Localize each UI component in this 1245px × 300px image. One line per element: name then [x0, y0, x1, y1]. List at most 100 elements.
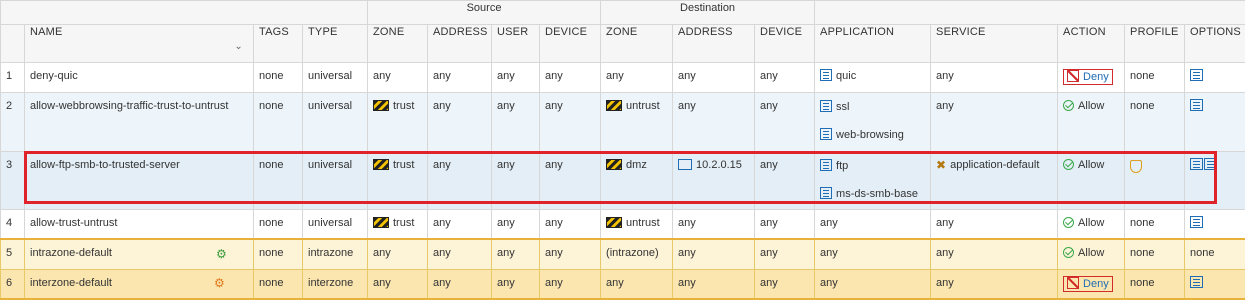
sort-chevron-down-icon[interactable]: ⌄ — [234, 40, 243, 54]
rule-name-link[interactable]: allow-trust-untrust — [25, 210, 254, 240]
destination-zone[interactable]: any — [601, 63, 673, 93]
rule-tags[interactable]: none — [254, 152, 303, 210]
destination-address[interactable]: 10.2.0.15 — [673, 152, 755, 210]
col-header-options[interactable]: OPTIONS — [1185, 25, 1245, 63]
rule-name-link[interactable]: intrazone-default — [30, 247, 112, 259]
destination-device[interactable]: any — [755, 210, 815, 240]
source-zone[interactable]: any — [368, 270, 428, 300]
application-link[interactable]: ms-ds-smb-base — [836, 188, 918, 200]
col-header-source-zone[interactable]: ZONE — [368, 25, 428, 63]
destination-address[interactable]: any — [673, 239, 755, 270]
log-forwarding-icon[interactable] — [1190, 158, 1203, 170]
source-address[interactable]: any — [428, 63, 492, 93]
rule-tags[interactable]: none — [254, 63, 303, 93]
table-row[interactable]: 6 interzone-default⚙ none interzone any … — [1, 270, 1245, 300]
service[interactable]: ✖application-default — [931, 152, 1058, 210]
col-header-type[interactable]: TYPE — [303, 25, 368, 63]
source-device[interactable]: any — [540, 239, 601, 270]
rule-name-cell[interactable]: intrazone-default ⚙ — [25, 239, 254, 270]
rule-tags[interactable]: none — [254, 270, 303, 300]
application-cell[interactable]: any — [815, 210, 931, 240]
application-link[interactable]: quic — [836, 70, 856, 82]
col-header-profile[interactable]: PROFILE — [1125, 25, 1185, 63]
application-cell[interactable]: any — [815, 239, 931, 270]
deny-badge[interactable]: Deny — [1063, 69, 1113, 85]
destination-address[interactable]: any — [673, 93, 755, 152]
options-cell[interactable] — [1185, 152, 1245, 210]
options-cell[interactable] — [1185, 93, 1245, 152]
source-address[interactable]: any — [428, 152, 492, 210]
source-address[interactable]: any — [428, 239, 492, 270]
destination-zone[interactable]: dmz — [601, 152, 673, 210]
rule-name-cell[interactable]: interzone-default ⚙ — [25, 270, 254, 300]
destination-address[interactable]: any — [673, 63, 755, 93]
source-zone[interactable]: trust — [368, 152, 428, 210]
table-row[interactable]: 5 intrazone-default⚙ none intrazone any … — [1, 239, 1245, 270]
rule-tags[interactable]: none — [254, 93, 303, 152]
col-header-action[interactable]: ACTION — [1058, 25, 1125, 63]
source-user[interactable]: any — [492, 210, 540, 240]
rule-name-link[interactable]: deny-quic — [25, 63, 254, 93]
destination-device[interactable]: any — [755, 93, 815, 152]
service[interactable]: any — [931, 210, 1058, 240]
service[interactable]: any — [931, 239, 1058, 270]
profile[interactable]: none — [1125, 63, 1185, 93]
col-header-destination-zone[interactable]: ZONE — [601, 25, 673, 63]
profile[interactable]: none — [1125, 210, 1185, 240]
source-zone[interactable]: any — [368, 239, 428, 270]
application-cell[interactable]: any — [815, 270, 931, 300]
service[interactable]: any — [931, 270, 1058, 300]
rule-name-link[interactable]: interzone-default — [30, 277, 112, 289]
options-cell[interactable] — [1185, 210, 1245, 240]
col-header-source-address[interactable]: ADDRESS — [428, 25, 492, 63]
application-cell[interactable]: ftp ms-ds-smb-base — [815, 152, 931, 210]
action-cell[interactable]: Allow — [1058, 152, 1125, 210]
override-gear-icon[interactable]: ⚙ — [214, 276, 225, 290]
destination-zone[interactable]: untrust — [601, 93, 673, 152]
log-forwarding-icon[interactable] — [1190, 276, 1203, 288]
application-cell[interactable]: ssl web-browsing — [815, 93, 931, 152]
table-row[interactable]: 2 allow-webbrowsing-traffic-trust-to-unt… — [1, 93, 1245, 152]
source-user[interactable]: any — [492, 152, 540, 210]
col-header-source-device[interactable]: DEVICE — [540, 25, 601, 63]
destination-zone[interactable]: untrust — [601, 210, 673, 240]
source-zone[interactable]: any — [368, 63, 428, 93]
source-device[interactable]: any — [540, 270, 601, 300]
schedule-icon[interactable] — [1204, 158, 1217, 170]
destination-address[interactable]: any — [673, 270, 755, 300]
destination-device[interactable]: any — [755, 239, 815, 270]
profile[interactable] — [1125, 152, 1185, 210]
action-cell[interactable]: Allow — [1058, 239, 1125, 270]
profile[interactable]: none — [1125, 93, 1185, 152]
destination-address[interactable]: any — [673, 210, 755, 240]
application-cell[interactable]: quic — [815, 63, 931, 93]
source-zone[interactable]: trust — [368, 210, 428, 240]
source-address[interactable]: any — [428, 270, 492, 300]
profile[interactable]: none — [1125, 239, 1185, 270]
rule-tags[interactable]: none — [254, 210, 303, 240]
destination-device[interactable]: any — [755, 63, 815, 93]
action-cell[interactable]: Deny — [1058, 63, 1125, 93]
action-cell[interactable]: Allow — [1058, 93, 1125, 152]
col-header-destination-device[interactable]: DEVICE — [755, 25, 815, 63]
source-device[interactable]: any — [540, 210, 601, 240]
override-gear-icon[interactable]: ⚙ — [216, 247, 227, 261]
destination-device[interactable]: any — [755, 270, 815, 300]
source-address[interactable]: any — [428, 93, 492, 152]
options-cell[interactable] — [1185, 270, 1245, 300]
log-forwarding-icon[interactable] — [1190, 216, 1203, 228]
col-header-service[interactable]: SERVICE — [931, 25, 1058, 63]
log-forwarding-icon[interactable] — [1190, 69, 1203, 81]
col-header-tags[interactable]: TAGS — [254, 25, 303, 63]
service[interactable]: any — [931, 63, 1058, 93]
deny-badge[interactable]: Deny — [1063, 276, 1113, 292]
destination-device[interactable]: any — [755, 152, 815, 210]
source-user[interactable]: any — [492, 63, 540, 93]
profile[interactable]: none — [1125, 270, 1185, 300]
rule-name-link[interactable]: allow-webbrowsing-traffic-trust-to-untru… — [25, 93, 254, 152]
action-cell[interactable]: Deny — [1058, 270, 1125, 300]
options-cell[interactable] — [1185, 63, 1245, 93]
options-cell[interactable]: none — [1185, 239, 1245, 270]
source-user[interactable]: any — [492, 270, 540, 300]
destination-zone[interactable]: any — [601, 270, 673, 300]
